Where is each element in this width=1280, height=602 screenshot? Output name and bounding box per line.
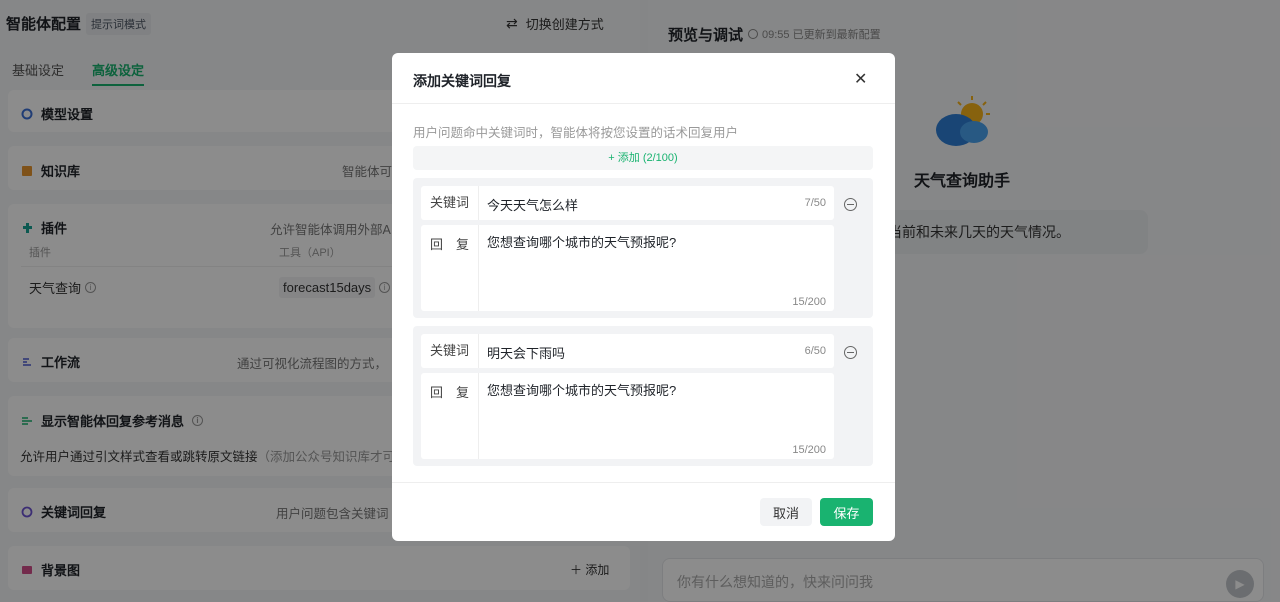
add-keyword-button[interactable]: + 添加 (2/100) [413,146,873,170]
dialog-hint: 用户问题命中关键词时，智能体将按您设置的话术回复用户 [413,126,739,140]
keyword-count: 6/50 [804,345,826,357]
keyword-input[interactable]: 今天天气怎么样 [487,195,578,214]
keyword-item: 关键词 今天天气怎么样 7/50 回 复 您想查询哪个城市的天气预报呢? 15/… [413,178,873,318]
keyword-item: 关键词 明天会下雨吗 6/50 回 复 您想查询哪个城市的天气预报呢? 15/2… [413,326,873,466]
reply-input[interactable]: 您想查询哪个城市的天气预报呢? [487,232,676,251]
close-icon[interactable]: ✕ [854,69,867,89]
keyword-field[interactable]: 关键词 今天天气怎么样 7/50 [421,186,834,220]
keyword-label: 关键词 [421,186,479,220]
header-divider [392,103,895,104]
keyword-count: 7/50 [804,197,826,209]
keyword-reply-dialog: 添加关键词回复 ✕ 用户问题命中关键词时，智能体将按您设置的话术回复用户 + 添… [392,53,895,541]
footer-divider [392,482,895,483]
keyword-label: 关键词 [421,334,479,368]
keyword-input[interactable]: 明天会下雨吗 [487,343,565,362]
reply-field[interactable]: 回 复 您想查询哪个城市的天气预报呢? 15/200 [421,373,834,459]
reply-count: 15/200 [792,296,826,308]
reply-input[interactable]: 您想查询哪个城市的天气预报呢? [487,380,676,399]
keyword-field[interactable]: 关键词 明天会下雨吗 6/50 [421,334,834,368]
reply-count: 15/200 [792,444,826,456]
reply-field[interactable]: 回 复 您想查询哪个城市的天气预报呢? 15/200 [421,225,834,311]
remove-icon[interactable] [844,346,857,359]
reply-label: 回 复 [421,225,479,311]
remove-icon[interactable] [844,198,857,211]
reply-label: 回 复 [421,373,479,459]
save-button[interactable]: 保存 [820,498,873,526]
cancel-button[interactable]: 取消 [760,498,812,526]
dialog-title: 添加关键词回复 [413,73,511,89]
